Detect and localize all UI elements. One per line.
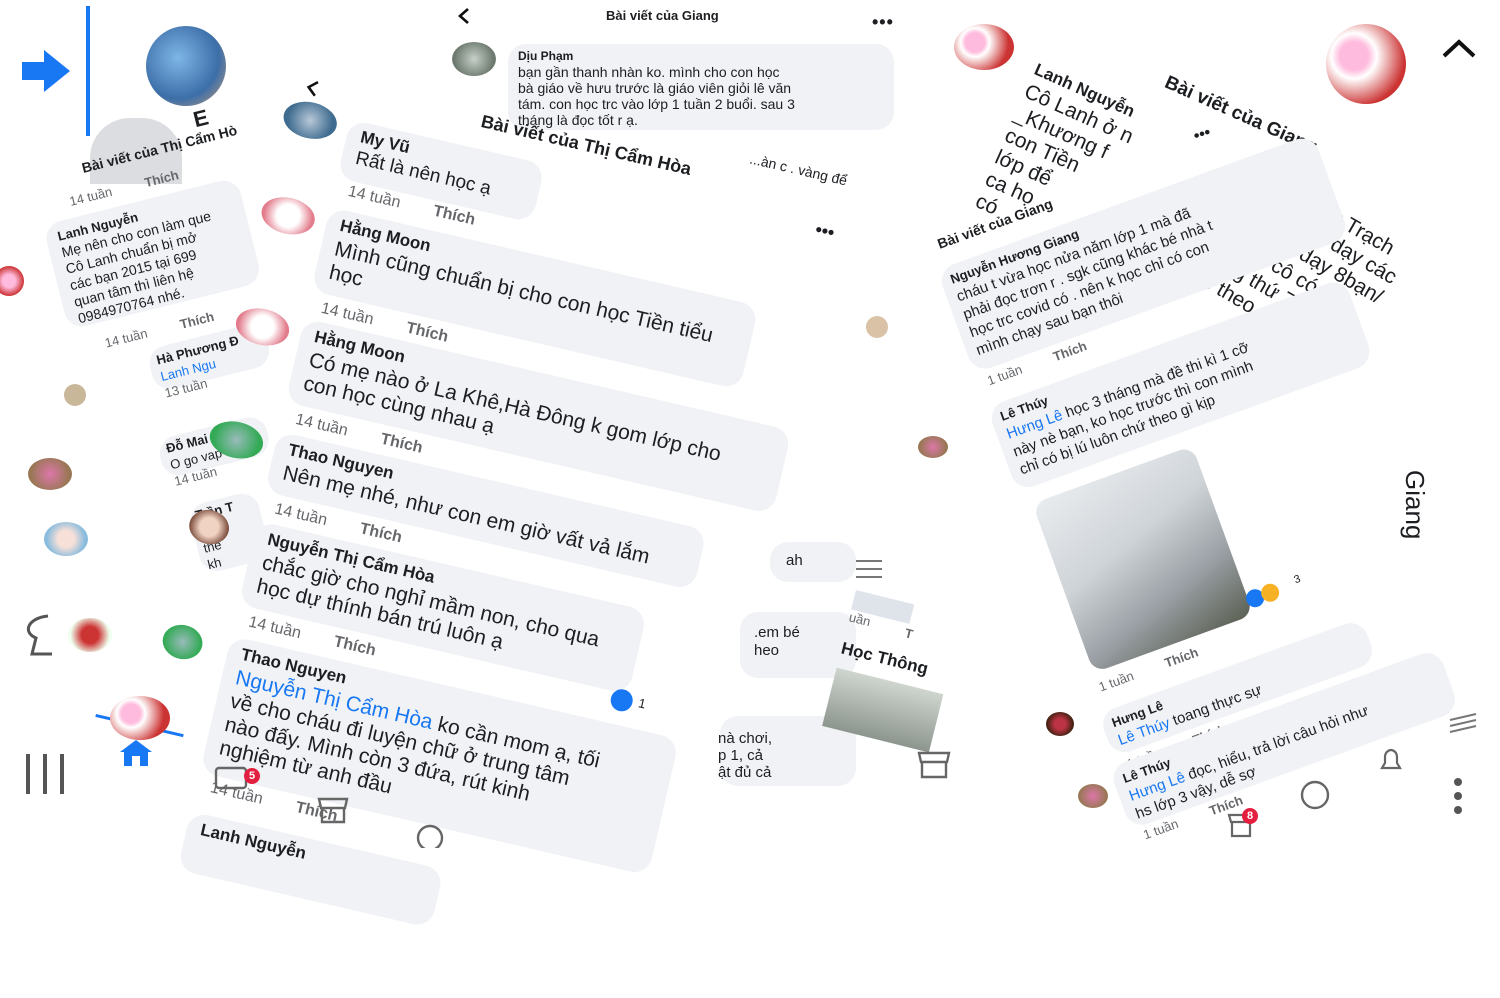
groups-icon[interactable] [410, 824, 450, 853]
avatar [28, 458, 72, 490]
avatar [64, 384, 86, 406]
avatar [954, 24, 1014, 70]
avatar [232, 303, 293, 351]
avatar [918, 436, 948, 458]
groups-icon[interactable] [1298, 780, 1332, 815]
avatar [185, 505, 233, 549]
marketplace-icon[interactable] [316, 796, 350, 829]
back-arrow-icon[interactable] [301, 76, 322, 104]
fragment-text: nà chơi, p 1, cả ật đủ cả [718, 730, 773, 781]
notification-badge: 5 [244, 768, 260, 784]
notifications-icon[interactable] [1376, 746, 1406, 781]
page-title: Bài viết của Giang [606, 8, 719, 23]
fragment-text: .em bé heo [754, 624, 800, 659]
avatar [1078, 784, 1108, 808]
avatar [110, 696, 170, 740]
avatar [44, 522, 88, 556]
fragment-text: T [903, 625, 915, 642]
back-arrow-icon[interactable] [456, 6, 472, 31]
partial-text: ...àn c . vàng để [748, 150, 849, 189]
comment: Lanh Nguyễn Mẹ nên cho con làm que Cô La… [55, 207, 213, 327]
attached-photo[interactable] [1032, 445, 1254, 673]
reaction-count: 3 [1292, 572, 1303, 587]
more-vertical-icon[interactable] [1452, 776, 1464, 821]
share-arrow-icon[interactable] [20, 48, 72, 99]
avatar [866, 316, 888, 338]
side-text: Giang [1400, 470, 1430, 540]
comment: Dịu Phạm bạn gần thanh nhàn ko. mình cho… [518, 49, 795, 128]
home-icon[interactable] [118, 738, 154, 773]
reaction-count: 1 [636, 695, 648, 712]
avatar [206, 416, 267, 464]
notification-badge: 8 [1242, 808, 1258, 824]
avatar [159, 620, 206, 664]
menu-icon[interactable] [856, 560, 882, 583]
bottom-bar-back-icon[interactable] [18, 612, 58, 663]
fragment-text: ah [786, 552, 803, 569]
avatar [68, 618, 112, 652]
avatar [1046, 712, 1074, 736]
avatar [257, 192, 319, 240]
avatar [1326, 24, 1406, 104]
partial-letter: E [190, 104, 211, 133]
avatar [0, 266, 24, 296]
active-indicator [86, 6, 90, 136]
more-dots-icon[interactable]: ••• [872, 12, 894, 33]
avatar [452, 42, 496, 76]
avatar [279, 96, 341, 144]
android-recents-icon[interactable] [22, 752, 68, 801]
avatar [146, 26, 226, 106]
marketplace-icon[interactable] [916, 750, 952, 785]
menu-icon[interactable] [1448, 712, 1478, 741]
chevron-up-icon[interactable] [1440, 36, 1478, 65]
more-dots-icon[interactable]: ••• [813, 219, 836, 244]
